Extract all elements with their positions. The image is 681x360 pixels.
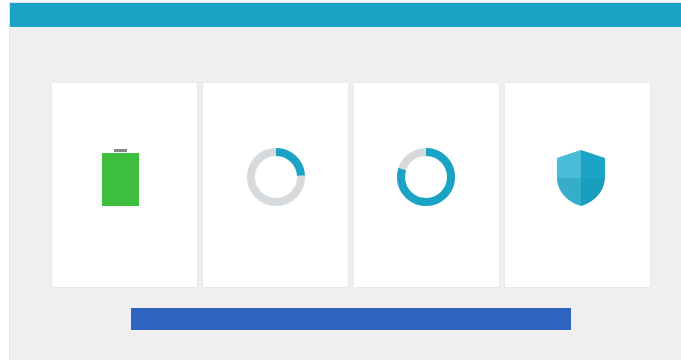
shield-lower-shade (557, 176, 605, 206)
ram-donut-svg (397, 148, 455, 206)
battery-level-fill (102, 153, 139, 206)
storage-donut-svg (247, 148, 305, 206)
shield-icon (555, 148, 607, 208)
storage-donut-chart (245, 146, 307, 208)
title-bar (10, 3, 681, 27)
primary-action-button[interactable] (131, 308, 571, 330)
battery-cap (114, 149, 127, 152)
app-window (10, 3, 681, 360)
storage-card[interactable] (203, 83, 348, 287)
shield-icon-svg (557, 150, 605, 206)
battery-card[interactable] (52, 83, 197, 287)
ram-card[interactable] (354, 83, 499, 287)
security-card[interactable] (505, 83, 650, 287)
ram-donut-chart (395, 146, 457, 208)
battery-icon (102, 149, 139, 206)
